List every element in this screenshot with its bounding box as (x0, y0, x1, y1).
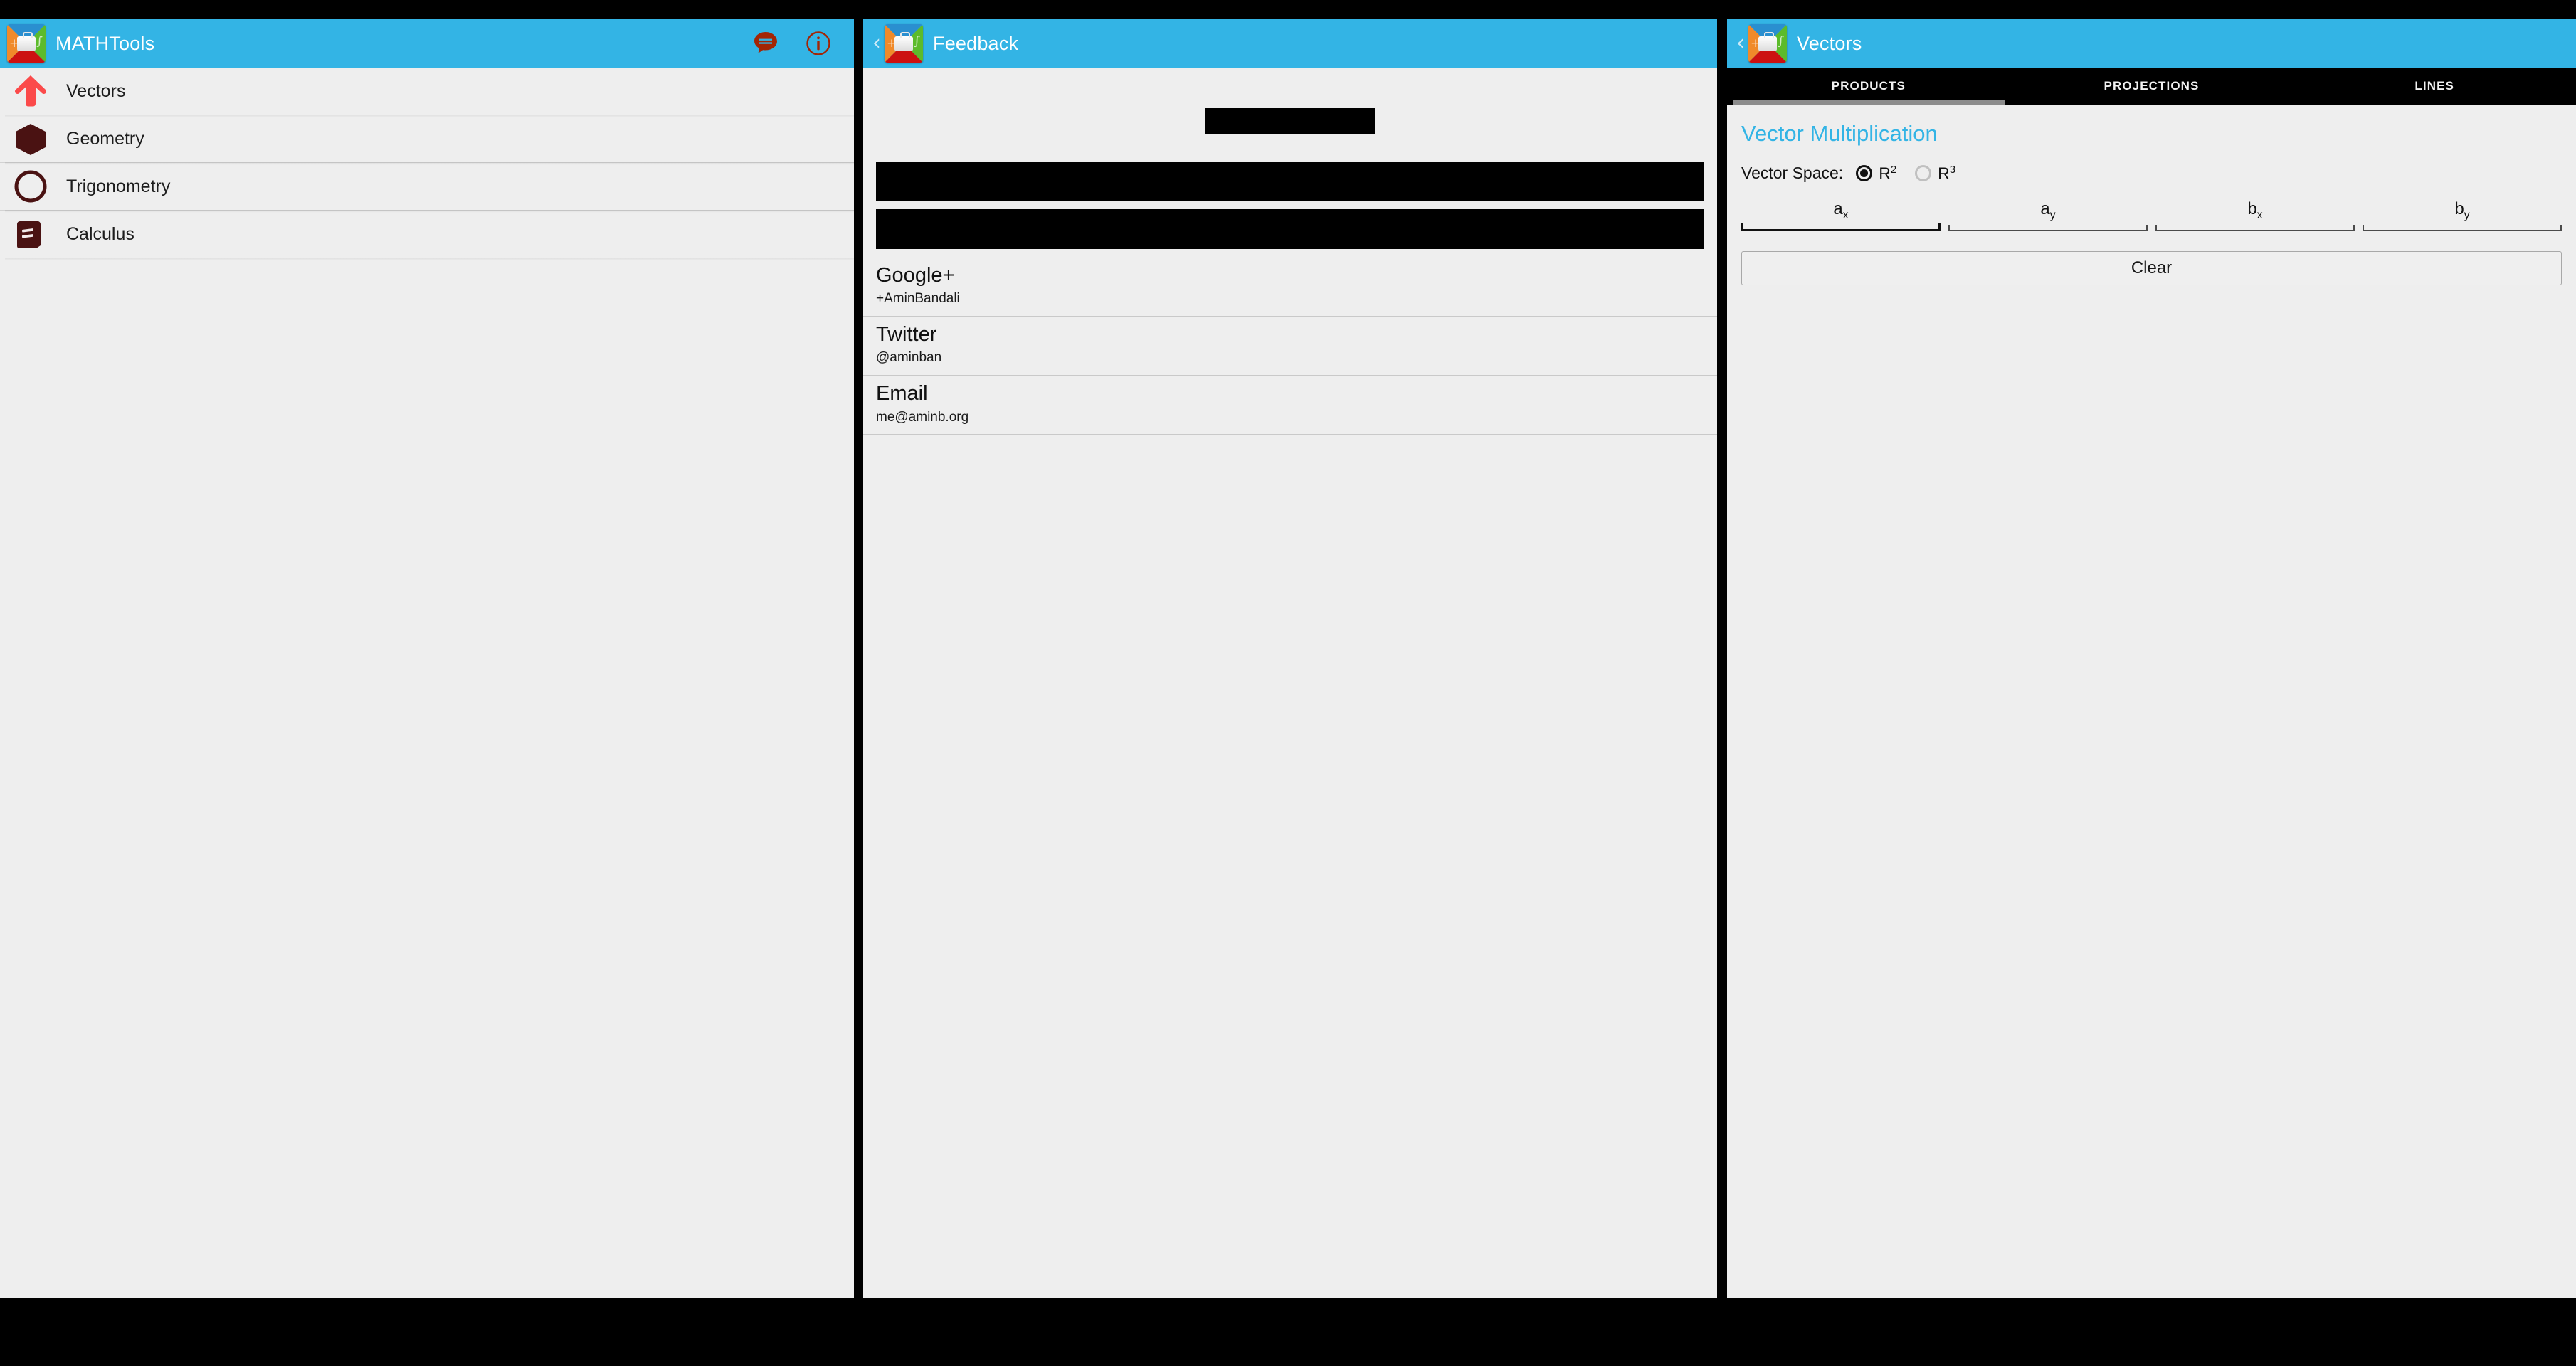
input-ax[interactable]: ax (1741, 198, 1941, 231)
sidebar-item-vectors[interactable]: Vectors (0, 68, 854, 117)
tab-active-indicator (2016, 100, 2288, 105)
sidebar-item-trigonometry[interactable]: Trigonometry (0, 163, 854, 213)
vectors-tabbar: PRODUCTS PROJECTIONS LINES (1727, 68, 2576, 105)
input-hint: by (2454, 198, 2470, 221)
back-chevron-icon[interactable]: ‹ (870, 19, 883, 68)
radio-r3[interactable]: R3 (1915, 164, 1955, 184)
book-icon (17, 221, 41, 248)
input-underline (2155, 224, 2355, 231)
tab-active-indicator (1733, 100, 2005, 105)
input-by[interactable]: by (2363, 198, 2562, 231)
tab-active-indicator (2298, 100, 2570, 105)
input-underline (1948, 224, 2148, 231)
list-item-email[interactable]: Email me@aminb.org (863, 376, 1717, 435)
vectors-content: Vector Multiplication Vector Space: R2 R… (1727, 121, 2576, 285)
sidebar-item-label: Geometry (66, 128, 144, 149)
right-actionbar: ‹ + ∫ Vectors (1727, 19, 2576, 68)
left-actionbar-actions (751, 29, 854, 58)
contact-title: Twitter (876, 323, 937, 346)
page-title: Vector Multiplication (1741, 121, 1938, 146)
clear-button[interactable]: Clear (1741, 250, 2562, 285)
contact-title: Email (876, 382, 928, 406)
radio-dot-icon (1915, 165, 1932, 182)
tab-products[interactable]: PRODUCTS (1727, 68, 2010, 105)
sidebar-item-geometry[interactable]: Geometry (0, 115, 854, 165)
input-hint: ay (2040, 198, 2056, 221)
speech-bubble-icon[interactable] (751, 29, 780, 58)
radio-r2[interactable]: R2 (1856, 164, 1896, 184)
circle-icon (14, 170, 47, 203)
vector-space-label: Vector Space: (1741, 164, 1844, 183)
tab-label: PRODUCTS (1831, 79, 1906, 92)
mathtools-app-icon: + ∫ (7, 24, 46, 63)
nav-list: Vectors Geometry Trigonometry Calculus (0, 68, 854, 260)
middle-actionbar: ‹ + ∫ Feedback (863, 19, 1717, 68)
input-hint: ax (1833, 198, 1849, 221)
input-hint: bx (2247, 198, 2263, 221)
tab-label: LINES (2414, 79, 2454, 92)
right-actionbar-title: Vectors (1797, 32, 1862, 54)
mathtools-app-icon[interactable]: + ∫ (1748, 24, 1787, 63)
tab-lines[interactable]: LINES (2293, 68, 2576, 105)
redacted-logo-block (1205, 108, 1375, 134)
radio-label: R2 (1879, 164, 1897, 183)
cube-icon (16, 124, 46, 155)
left-actionbar-title: MATHTools (56, 32, 155, 54)
contact-list: Google+ +AminBandali Twitter @aminban Em… (863, 258, 1717, 435)
middle-actionbar-title: Feedback (933, 32, 1019, 54)
sidebar-item-calculus[interactable]: Calculus (0, 211, 854, 260)
vector-components-row: ax ay bx by (1741, 198, 2562, 231)
input-underline (1741, 223, 1941, 231)
input-bx[interactable]: bx (2155, 198, 2355, 231)
radio-dot-icon (1856, 165, 1873, 182)
back-chevron-icon[interactable]: ‹ (1734, 19, 1747, 68)
feedback-body: Google+ +AminBandali Twitter @aminban Em… (863, 108, 1717, 435)
sidebar-item-label: Calculus (66, 223, 134, 244)
middle-panel-feedback: ‹ + ∫ Feedback Google+ +AminBandali Twitt… (863, 19, 1717, 1298)
tab-label: PROJECTIONS (2103, 79, 2200, 92)
contact-subtitle: me@aminb.org (876, 409, 969, 425)
left-actionbar: + ∫ MATHTools (0, 19, 854, 68)
contact-title: Google+ (876, 264, 955, 287)
redacted-text-block-1 (876, 162, 1704, 201)
contact-subtitle: @aminban (876, 350, 942, 366)
list-item-twitter[interactable]: Twitter @aminban (863, 317, 1717, 376)
sidebar-item-label: Vectors (66, 80, 126, 101)
list-item-googleplus[interactable]: Google+ +AminBandali (863, 258, 1717, 317)
radio-label: R3 (1938, 164, 1956, 183)
sidebar-item-label: Trigonometry (66, 176, 171, 196)
input-underline (2363, 224, 2562, 231)
screenshot-canvas: + ∫ MATHTools Vectors Geometry Trigonome… (0, 0, 2576, 1366)
contact-subtitle: +AminBandali (876, 291, 960, 307)
vector-space-radio-group: R2 R3 (1856, 164, 1974, 184)
up-arrow-icon (14, 75, 47, 107)
redacted-text-block-2 (876, 209, 1704, 249)
info-circle-icon[interactable] (804, 29, 833, 58)
tab-projections[interactable]: PROJECTIONS (2010, 68, 2293, 105)
vector-space-row: Vector Space: R2 R3 (1741, 164, 2562, 184)
right-panel-vectors: ‹ +∫ Vectors PRODUCTS PROJECTIONS LINES (1727, 19, 2576, 1298)
mathtools-app-icon[interactable]: + ∫ (885, 24, 923, 63)
left-panel-mathtools-home: + ∫ MATHTools Vectors Geometry Trigonome… (0, 19, 854, 1298)
input-ay[interactable]: ay (1948, 198, 2148, 231)
